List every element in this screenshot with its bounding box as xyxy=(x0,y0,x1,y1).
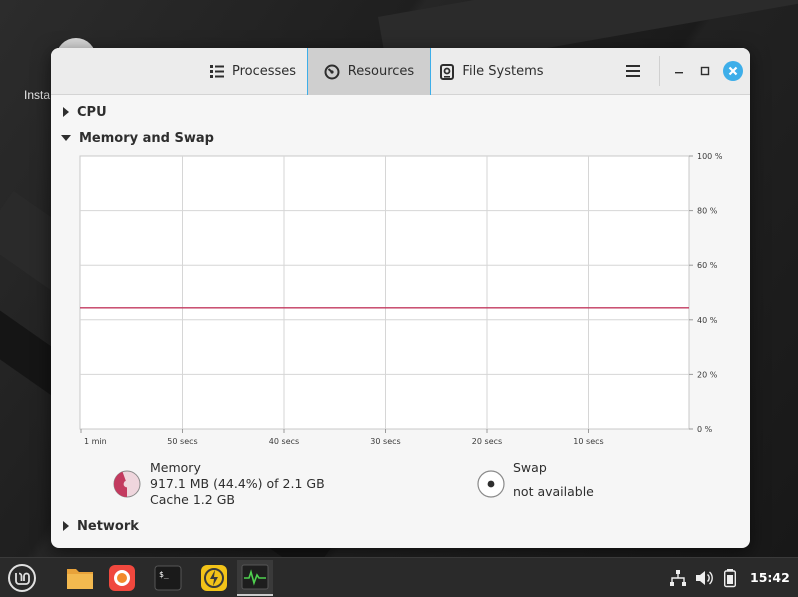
hamburger-menu-icon[interactable] xyxy=(623,62,643,80)
svg-text:$_: $_ xyxy=(159,570,169,579)
section-memory-and-swap[interactable]: Memory and Swap xyxy=(61,128,214,148)
memory-cache: Cache 1.2 GB xyxy=(150,492,235,507)
expand-arrow-icon xyxy=(63,107,69,117)
desktop-icon-label: Insta xyxy=(24,88,51,102)
maximize-icon[interactable] xyxy=(696,62,714,80)
gauge-icon xyxy=(324,64,340,80)
tab-label: Processes xyxy=(231,64,297,79)
tab-label: Resources xyxy=(347,64,415,79)
firefox-icon[interactable] xyxy=(104,560,140,596)
y-tick-label: 100 % xyxy=(697,152,723,161)
update-manager-icon[interactable] xyxy=(196,560,232,596)
files-icon[interactable] xyxy=(62,560,98,596)
tab-label: File Systems xyxy=(462,64,544,79)
y-tick-label: 40 % xyxy=(697,316,718,325)
section-cpu[interactable]: CPU xyxy=(61,102,107,122)
header-bar: Processes Resources File Systems xyxy=(51,48,750,95)
y-tick-label: 0 % xyxy=(697,425,713,434)
terminal-icon[interactable]: $_ xyxy=(150,560,186,596)
system-monitor-window: Processes Resources File Systems CPU Mem… xyxy=(51,48,750,548)
list-icon xyxy=(209,65,224,78)
mint-menu-icon[interactable] xyxy=(4,560,40,596)
minimize-icon[interactable] xyxy=(670,62,688,80)
x-tick-label: 50 secs xyxy=(167,437,197,446)
drive-icon xyxy=(440,63,455,80)
section-label: Network xyxy=(77,518,139,534)
memory-pie-icon[interactable] xyxy=(111,468,143,500)
x-tick-label: 30 secs xyxy=(370,437,400,446)
tab-file-systems[interactable]: File Systems xyxy=(431,48,553,95)
y-tick-label: 80 % xyxy=(697,207,718,216)
section-label: CPU xyxy=(77,104,107,120)
memory-pie-center xyxy=(123,480,131,488)
x-tick-label: 20 secs xyxy=(472,437,502,446)
expand-arrow-icon xyxy=(63,521,69,531)
memory-usage: 917.1 MB (44.4%) of 2.1 GB xyxy=(150,476,325,491)
x-tick-label: 1 min xyxy=(84,437,107,446)
x-tick-label: 10 secs xyxy=(573,437,603,446)
y-tick-label: 60 % xyxy=(697,261,718,270)
swap-title: Swap xyxy=(513,460,547,475)
section-label: Memory and Swap xyxy=(79,130,214,146)
close-icon[interactable] xyxy=(723,61,743,81)
clock[interactable]: 15:42 xyxy=(750,570,790,585)
taskbar: $_ 15:42 xyxy=(0,557,798,597)
x-tick-label: 40 secs xyxy=(269,437,299,446)
system-monitor-icon[interactable] xyxy=(237,560,273,596)
memory-title: Memory xyxy=(150,460,201,475)
y-tick-label: 20 % xyxy=(697,370,718,379)
tab-resources[interactable]: Resources xyxy=(307,48,431,95)
battery-icon[interactable] xyxy=(712,560,748,596)
collapse-arrow-icon xyxy=(61,135,71,141)
header-separator xyxy=(659,56,660,86)
swap-status: not available xyxy=(513,484,594,499)
swap-pie-icon[interactable] xyxy=(475,468,507,500)
tab-processes[interactable]: Processes xyxy=(199,48,307,95)
memory-swap-chart: 100 % 80 % 60 % 40 % 20 % 0 % 1 min 50 secs 40 s… xyxy=(79,152,723,446)
plot-area xyxy=(79,155,690,430)
section-network[interactable]: Network xyxy=(61,516,139,536)
